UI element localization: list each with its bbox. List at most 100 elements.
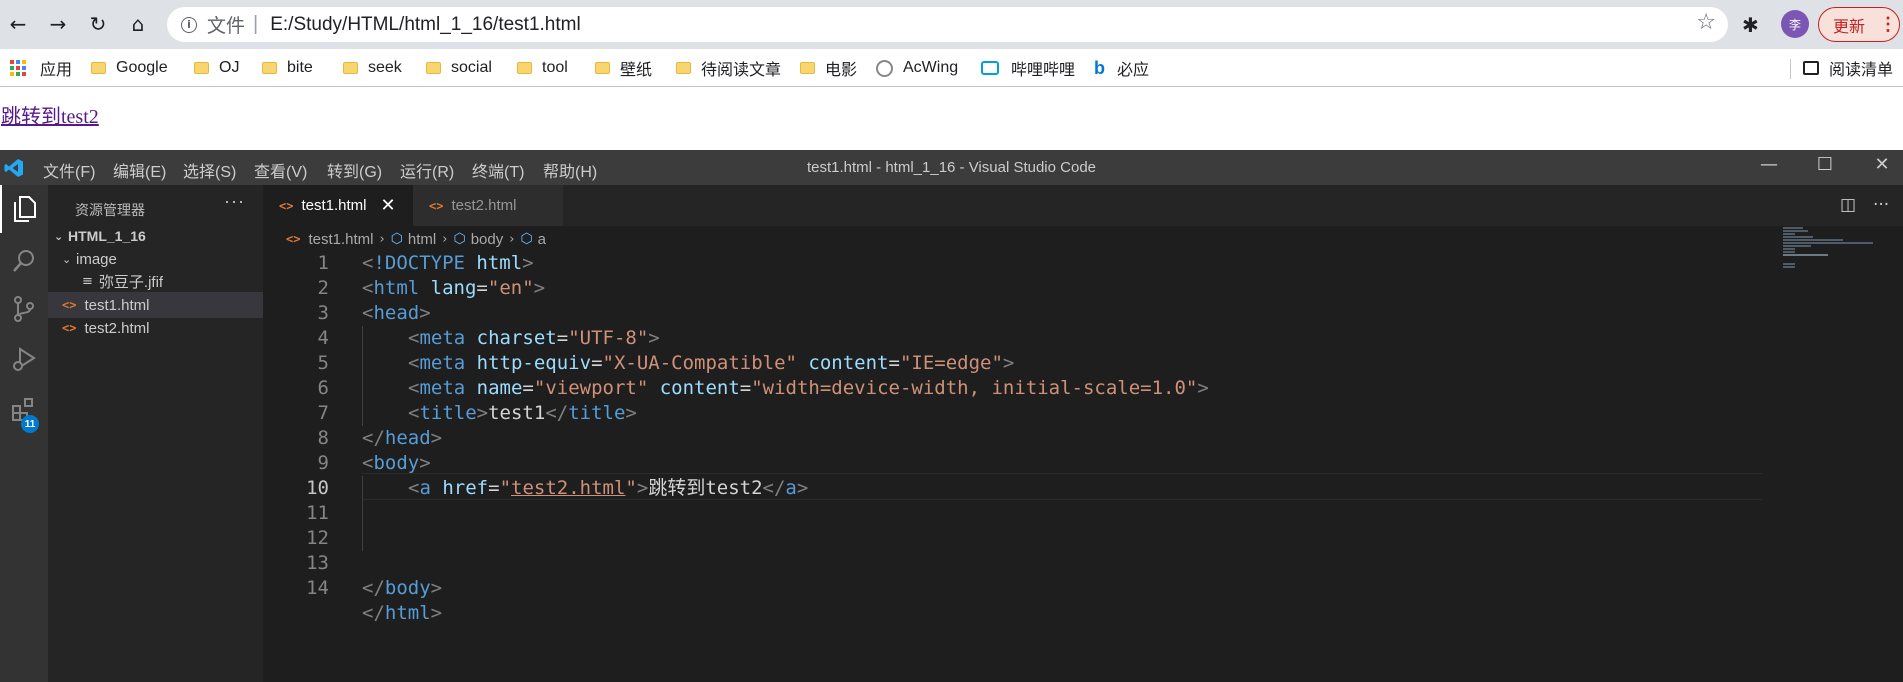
bookmark-label: 壁纸 [620,62,653,79]
bookmark-to-read[interactable]: 待阅读文章 [676,53,781,83]
breadcrumb-html[interactable]: html [408,231,436,248]
bookmark-seek[interactable]: seek [343,53,402,83]
tree-file-test2[interactable]: <> test2.html [48,315,263,341]
breadcrumb-a[interactable]: a [538,231,546,248]
html-file-icon: <> [286,232,301,246]
menu-file[interactable]: 文件(F) [43,158,95,182]
bookmark-bing[interactable]: b 必应 [1094,53,1149,83]
bookmark-acwing[interactable]: AcWing [876,53,958,83]
menu-go[interactable]: 转到(G) [327,158,382,182]
chevron-down-icon: ⌄ [54,229,64,243]
address-url[interactable]: E:/Study/HTML/html_1_16/test1.html [270,14,580,36]
code-line-6: <meta name="viewport" content="width=dev… [408,377,1209,399]
minimap[interactable] [1783,227,1893,287]
menu-edit[interactable]: 编辑(E) [113,158,166,182]
maximize-icon[interactable]: ☐ [1805,154,1845,175]
file-label: test2.html [84,319,150,337]
info-icon[interactable]: i [181,16,197,33]
split-editor-icon[interactable]: ◫ [1840,195,1856,215]
run-debug-icon[interactable] [0,335,48,383]
back-arrow-icon[interactable]: ← [4,10,32,38]
breadcrumb-body[interactable]: body [471,231,504,248]
line-number: 5 [317,352,329,374]
html-file-icon: <> [62,321,77,335]
extensions-puzzle-icon[interactable]: ✱ [1742,13,1759,37]
file-lines-icon: ≡ [82,273,93,289]
chevron-down-icon: ⌄ [62,252,72,266]
bookmark-label: 待阅读文章 [701,62,782,79]
bookmark-label: Google [116,59,168,76]
bookmark-star-icon[interactable]: ☆ [1696,10,1716,35]
code-line-7: <title>test1</title> [408,402,637,424]
breadcrumb-chevron-icon: › [379,231,385,247]
folder-icon [676,62,691,74]
bookmark-oj[interactable]: OJ [194,53,239,83]
vscode-titlebar: 文件(F) 编辑(E) 选择(S) 查看(V) 转到(G) 运行(R) 终端(T… [0,150,1903,185]
file-label: test1.html [84,296,150,314]
extensions-icon[interactable]: 11 [0,385,48,433]
bookmark-apps[interactable]: 应用 [10,53,72,83]
address-scheme-label: 文件 [207,16,246,37]
element-cube-icon: ⬡ [520,231,533,247]
forward-arrow-icon[interactable]: → [44,10,72,38]
line-number: 9 [317,452,329,474]
folder-icon [426,62,441,74]
line-number: 11 [306,502,329,524]
more-menu-icon[interactable]: ⋮ [1879,14,1897,35]
breadcrumb-file[interactable]: test1.html [308,231,373,248]
line-number: 7 [317,402,329,424]
menu-view[interactable]: 查看(V) [254,158,307,182]
update-button[interactable]: 更新 ⋮ [1818,7,1900,42]
bookmark-bite[interactable]: bite [262,53,313,83]
code-line-10: <a href="test2.html">跳转到test2</a> [408,477,809,499]
bookmark-label: AcWing [903,59,959,76]
bookmark-movies[interactable]: 电影 [800,53,857,83]
minimize-icon[interactable]: — [1749,154,1789,175]
tab-label: test2.html [451,197,517,214]
reading-list-button[interactable]: 阅读清单 [1803,53,1893,83]
bookmark-wallpaper[interactable]: 壁纸 [595,53,652,83]
tree-file-jfif[interactable]: ≡ 弥豆子.jfif [48,268,263,294]
search-icon[interactable] [0,237,48,285]
code-line-1: <!DOCTYPE html> [362,252,534,274]
bookmark-social[interactable]: social [426,53,492,83]
code-line-13: </body> [362,577,443,599]
explorer-files-icon[interactable] [0,185,48,233]
explorer-more-icon[interactable]: ··· [224,191,245,212]
code-line-8: </head> [362,427,443,449]
address-bar[interactable]: i 文件 | E:/Study/HTML/html_1_16/test1.htm… [167,7,1728,42]
menu-help[interactable]: 帮助(H) [543,158,597,182]
bookmark-google[interactable]: Google [91,53,168,83]
profile-avatar[interactable]: 李 [1781,10,1809,38]
tab-test2[interactable]: <> test2.html [413,185,563,226]
home-icon[interactable]: ⌂ [124,10,152,38]
bookmarks-bar: 应用 Google OJ bite seek social tool 壁纸 待阅… [0,49,1903,87]
close-tab-icon[interactable]: ✕ [380,195,395,216]
bookmark-label: 哔哩哔哩 [1011,62,1076,79]
close-window-icon[interactable]: ✕ [1862,154,1902,175]
menu-terminal[interactable]: 终端(T) [472,158,524,182]
reload-icon[interactable]: ↻ [84,10,112,38]
update-label: 更新 [1833,18,1866,36]
bookmark-tool[interactable]: tool [517,53,568,83]
tab-test1[interactable]: <> test1.html ✕ [263,185,413,226]
line-number: 4 [317,327,329,349]
source-control-icon[interactable] [0,285,48,333]
browser-toolbar: ← → ↻ ⌂ i 文件 | E:/Study/HTML/html_1_16/t… [0,0,1903,49]
explorer-sidebar: 资源管理器 ··· ⌄ HTML_1_16 ⌄ image ≡ 弥豆子.jfif… [48,185,263,682]
line-number: 12 [306,527,329,549]
bookmark-label: 应用 [40,62,73,79]
bookmark-label: 必应 [1117,62,1150,79]
web-page-content: 跳转到test2 [0,88,1903,150]
test2-link[interactable]: 跳转到test2 [1,100,99,129]
more-actions-icon[interactable]: ··· [1873,195,1889,215]
folder-icon [194,62,209,74]
reading-list-icon [1803,61,1819,75]
menu-run[interactable]: 运行(R) [400,158,454,182]
bookmark-label: seek [368,59,402,76]
menu-selection[interactable]: 选择(S) [183,158,236,182]
bookmark-bilibili[interactable]: 哔哩哔哩 [981,53,1075,83]
element-cube-icon: ⬡ [453,231,466,247]
code-line-4: <meta charset="UTF-8"> [408,327,660,349]
breadcrumb-chevron-icon: › [442,231,448,247]
